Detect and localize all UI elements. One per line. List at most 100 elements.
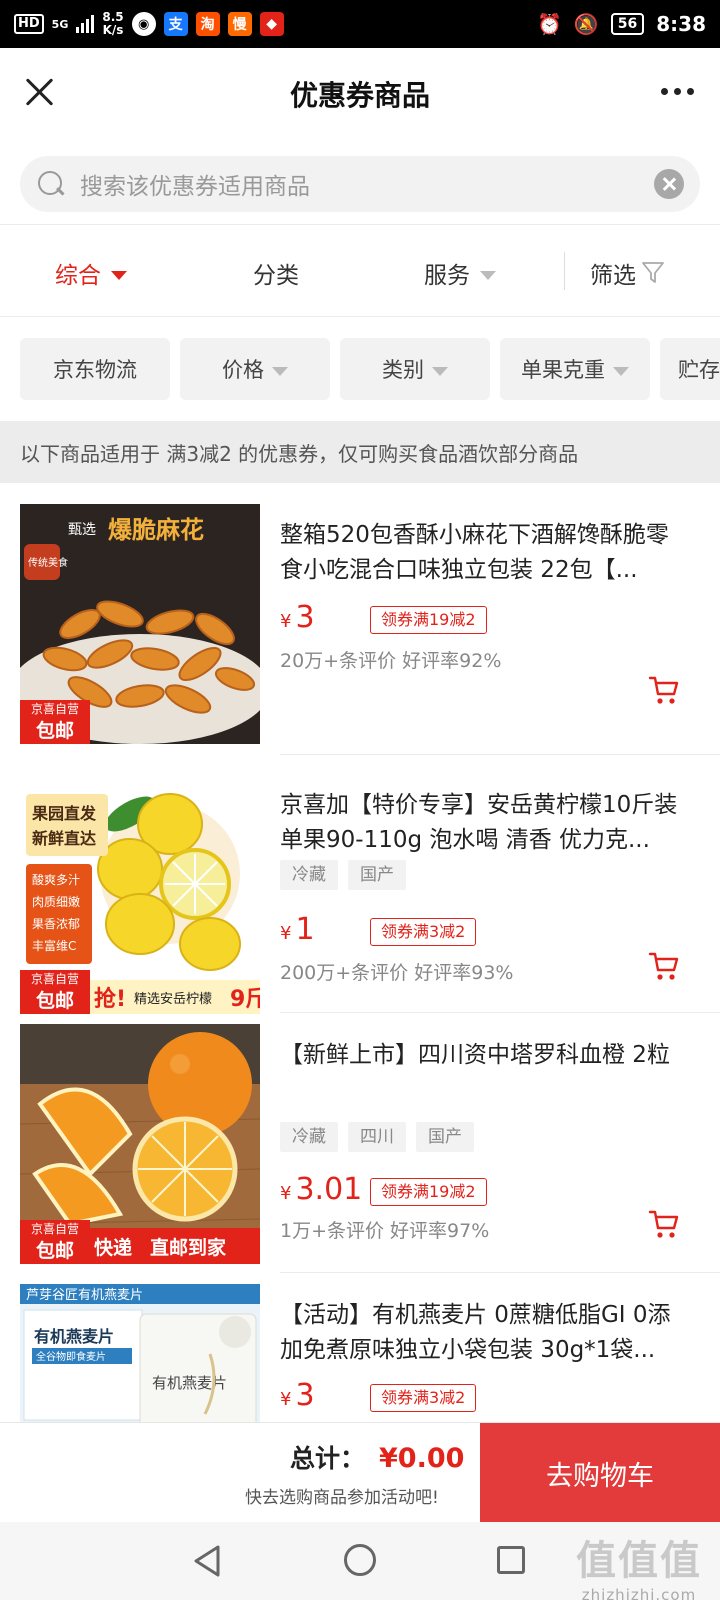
sort-tab-category[interactable]: 分类: [253, 230, 299, 316]
battery-icon: 56: [610, 13, 645, 35]
caret-down-icon: [272, 366, 288, 376]
image-text: 抢!: [94, 986, 126, 1012]
total: 总计： ¥0.00: [290, 1439, 464, 1475]
product-name[interactable]: 整箱520包香酥小麻花下酒解馋酥脆零食小吃混合口味独立包装 22包【...: [280, 518, 690, 588]
price-value: 3: [295, 1378, 315, 1413]
product-price: ¥3: [280, 1378, 315, 1413]
sort-bar: 综合 分类 服务 筛选: [0, 230, 720, 316]
chip-label: 单果克重: [521, 358, 605, 382]
coupon-badge[interactable]: 领券满3减2: [370, 1384, 477, 1412]
badge-bottom: 包邮: [35, 1240, 74, 1262]
sort-tab-comprehensive[interactable]: 综合: [55, 230, 127, 316]
image-text: 快递: [94, 1236, 132, 1259]
product-tags: 冷藏 国产: [280, 860, 406, 890]
badge-top: 京喜自营: [20, 1220, 90, 1238]
product-name[interactable]: 【活动】有机燕麦片 0蔗糖低脂GI 0添加免煮原味独立小袋包装 30g*1袋..…: [280, 1298, 690, 1368]
jd-badge: 京喜自营 包邮: [20, 1220, 90, 1264]
badge-bottom: 包邮: [35, 720, 74, 742]
app-icon: 慢: [227, 12, 252, 36]
tag: 冷藏: [280, 1122, 338, 1152]
product-image: 果园直发 新鲜直达 酸爽多汁 肉质细嫩 果香浓郁 丰富维C 抢! 精选安岳柠檬 …: [20, 774, 260, 1014]
badge-bottom: 包邮: [35, 990, 74, 1012]
image-text: 芦芽谷匠有机燕麦片: [26, 1288, 143, 1303]
sort-tab-label: 服务: [424, 263, 470, 289]
header: 优惠券商品: [0, 48, 720, 140]
filter-chips: 京东物流 价格 类别 单果克重 贮存: [20, 338, 720, 400]
image-text: 果园直发: [31, 804, 97, 823]
coupon-badge[interactable]: 领券满19减2: [370, 606, 487, 634]
price-value: 1: [295, 912, 315, 947]
image-text: 果香浓郁: [32, 916, 80, 931]
home-icon[interactable]: [344, 1544, 376, 1576]
product-rating: 200万+条评价 好评率93%: [280, 962, 514, 984]
product-card[interactable]: 芦芽谷匠有机燕麦片 有机燕麦片 全谷物即食麦片 有机燕麦片 【活动】有机燕麦片 …: [0, 1284, 720, 1424]
badge-top: 京喜自营: [20, 970, 90, 988]
product-image: 芦芽谷匠有机燕麦片 有机燕麦片 全谷物即食麦片 有机燕麦片: [20, 1284, 260, 1424]
coupon-notice: 以下商品适用于 满3减2 的优惠券，仅可购买食品酒饮部分商品: [0, 421, 720, 483]
product-tags: 冷藏 四川 国产: [280, 1122, 474, 1152]
cart-icon[interactable]: [648, 950, 680, 982]
tag: 冷藏: [280, 860, 338, 890]
checkout-bar: 总计： ¥0.00 快去选购商品参加活动吧! 去购物车: [0, 1422, 720, 1523]
product-image: 甄选 爆脆麻花 传统美食 京喜自营 包邮: [20, 504, 260, 744]
close-icon[interactable]: [24, 76, 56, 108]
product-name[interactable]: 京喜加【特价专享】安岳黄柠檬10斤装单果90-110g 泡水喝 清香 优力克..…: [280, 788, 690, 858]
cart-icon[interactable]: [648, 1208, 680, 1240]
chip-type[interactable]: 类别: [340, 338, 490, 400]
clock: 8:38: [656, 12, 706, 36]
wechat-icon: ◉: [131, 12, 156, 36]
chip-price[interactable]: 价格: [180, 338, 330, 400]
hd-indicator: HD: [14, 14, 44, 34]
signal-icon: [76, 15, 95, 33]
product-card[interactable]: 快递 直邮到家 京喜自营 包邮 【新鲜上市】四川资中塔罗科血橙 2粒 冷藏 四川…: [0, 1024, 720, 1284]
sort-tab-label: 分类: [253, 263, 299, 289]
chip-weight[interactable]: 单果克重: [500, 338, 650, 400]
separator: [564, 252, 565, 290]
watermark-url: zhizhizhi.com: [581, 1586, 697, 1600]
coupon-badge[interactable]: 领券满3减2: [370, 918, 477, 946]
search-bar[interactable]: 搜索该优惠券适用商品: [20, 156, 700, 212]
tag: 四川: [348, 1122, 406, 1152]
net-speed: 8.5 K/s: [102, 10, 124, 37]
caret-down-icon: [613, 366, 629, 376]
image-text: 有机燕麦片: [152, 1374, 227, 1392]
back-icon[interactable]: [192, 1544, 222, 1578]
product-name[interactable]: 【新鲜上市】四川资中塔罗科血橙 2粒: [280, 1038, 690, 1073]
price-value: 3: [295, 600, 315, 635]
clear-icon[interactable]: [654, 169, 684, 199]
image-text: 直邮到家: [150, 1236, 227, 1259]
status-bar: HD 5G 8.5 K/s ◉ 支 淘 慢 ◆ ⏰ 🔕 56 8:38: [0, 0, 720, 48]
coupon-badge[interactable]: 领券满19减2: [370, 1178, 487, 1206]
image-text: 有机燕麦片: [34, 1327, 114, 1346]
cart-icon[interactable]: [648, 674, 680, 706]
chip-storage[interactable]: 贮存: [660, 338, 720, 400]
image-text: 肉质细嫩: [32, 895, 80, 909]
sort-tab-service[interactable]: 服务: [424, 230, 496, 316]
jd-icon: ◆: [259, 12, 284, 36]
alarm-icon: ⏰: [536, 12, 562, 36]
image-text: 酸爽多汁: [32, 872, 80, 887]
more-icon[interactable]: [661, 88, 694, 95]
sort-tab-filter[interactable]: 筛选: [590, 230, 664, 316]
jd-badge: 京喜自营 包邮: [20, 700, 90, 744]
oatmeal-image: 芦芽谷匠有机燕麦片 有机燕麦片 全谷物即食麦片 有机燕麦片: [20, 1284, 260, 1424]
filter-icon: [642, 262, 664, 283]
chip-jd-logistics[interactable]: 京东物流: [20, 338, 170, 400]
product-card[interactable]: 甄选 爆脆麻花 传统美食 京喜自营 包邮 整箱520包香酥小麻花下酒解馋酥脆零食…: [0, 504, 720, 764]
image-text: 全谷物即食麦片: [36, 1350, 106, 1363]
go-to-cart-button[interactable]: 去购物车: [480, 1423, 720, 1523]
sort-tab-label: 筛选: [590, 263, 636, 289]
price-value: 3.01: [295, 1172, 363, 1207]
product-card[interactable]: 果园直发 新鲜直达 酸爽多汁 肉质细嫩 果香浓郁 丰富维C 抢! 精选安岳柠檬 …: [0, 774, 720, 1034]
chip-label: 价格: [222, 358, 264, 382]
product-price: ¥1: [280, 912, 315, 947]
alipay-icon: 支: [163, 12, 188, 36]
mute-icon: 🔕: [573, 12, 599, 36]
jd-badge: 京喜自营 包邮: [20, 970, 90, 1014]
recent-apps-icon[interactable]: [497, 1546, 525, 1574]
image-text: 丰富维C: [32, 938, 76, 953]
search-input[interactable]: 搜索该优惠券适用商品: [80, 167, 654, 201]
total-label: 总计：: [290, 1444, 366, 1473]
chip-label: 类别: [382, 358, 424, 382]
page-title: 优惠券商品: [289, 79, 430, 112]
